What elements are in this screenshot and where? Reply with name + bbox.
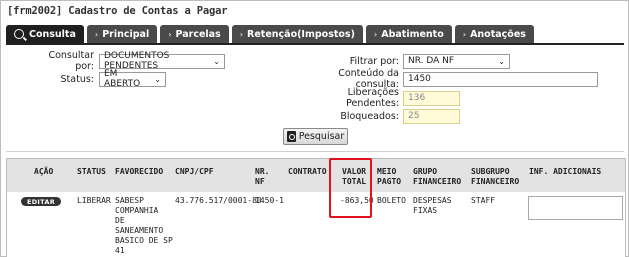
conteudo-value: 1450 bbox=[408, 74, 431, 84]
col-header-nr-nf: NR. NF bbox=[255, 167, 269, 187]
tab-bar: Consulta › Principal › Parcelas › Retenç… bbox=[6, 25, 534, 43]
chevron-right-icon: › bbox=[373, 29, 378, 39]
col-header-subgrupo: SUBGRUPO FINANCEIRO bbox=[471, 167, 519, 187]
results-table: AÇÃO STATUS FAVORECIDO CNPJ/CPF NR. NF CO… bbox=[6, 158, 626, 257]
bloqueados-label: Bloqueados: bbox=[340, 110, 399, 122]
liberacoes-field: 136 bbox=[403, 90, 460, 106]
tab-label: Retenção(Impostos) bbox=[247, 28, 355, 40]
cell-favorecido-line: DE bbox=[115, 216, 125, 225]
status-value: EM ABERTO bbox=[104, 69, 141, 89]
cell-status: LIBERAR bbox=[77, 196, 111, 205]
tab-label: Consulta bbox=[29, 28, 76, 40]
bloqueados-row: Bloqueados: 25 bbox=[301, 108, 460, 124]
cell-meio-pagto: BOLETO bbox=[377, 196, 406, 205]
col-header-grupo-1: GRUPO bbox=[413, 167, 438, 176]
conteudo-row: Conteúdo da consulta: 1450 bbox=[301, 68, 598, 90]
bloqueados-field: 25 bbox=[403, 108, 460, 124]
liberacoes-label: Liberações Pendentes: bbox=[346, 87, 399, 109]
col-header-valor-total: VALOR TOTAL bbox=[342, 167, 366, 187]
filtrar-por-row: Filtrar por: NR. DA NF ⌄ bbox=[301, 53, 510, 69]
chevron-right-icon: › bbox=[94, 29, 99, 39]
tab-retencao[interactable]: › Retenção(Impostos) bbox=[231, 25, 363, 43]
cell-favorecido-line: 41 bbox=[115, 246, 125, 255]
col-header-valor-1: VALOR bbox=[342, 167, 367, 176]
cell-nr-nf: 1450-1 bbox=[255, 196, 284, 205]
col-header-cnpj: CNPJ/CPF bbox=[175, 167, 214, 176]
liberacoes-value: 136 bbox=[408, 93, 426, 103]
search-button[interactable]: Pesquisar bbox=[283, 128, 348, 145]
col-header-info: INF. ADICIONAIS bbox=[529, 167, 602, 176]
filtrar-por-select[interactable]: NR. DA NF ⌄ bbox=[403, 53, 510, 69]
col-header-nr-nf-1: NR. bbox=[255, 167, 270, 176]
chevron-down-icon: ⌄ bbox=[213, 56, 220, 66]
chevron-right-icon: › bbox=[168, 29, 172, 39]
cell-grupo-line: DESPESAS bbox=[413, 196, 452, 205]
col-header-subgrupo-1: SUBGRUPO bbox=[471, 167, 510, 176]
cell-favorecido-line: BASICO DE SP bbox=[115, 236, 173, 245]
divider bbox=[6, 151, 624, 152]
filtrar-por-label: Filtrar por: bbox=[349, 55, 399, 67]
col-header-meio-1: MEIO bbox=[377, 167, 397, 176]
table-header: AÇÃO STATUS FAVORECIDO CNPJ/CPF NR. NF CO… bbox=[7, 159, 625, 192]
status-row: Status: EM ABERTO ⌄ bbox=[31, 69, 166, 89]
col-header-subgrupo-2: FINANCEIRO bbox=[471, 177, 520, 186]
col-header-favorecido: FAVORECIDO bbox=[115, 167, 164, 176]
col-header-grupo-2: FINANCEIRO bbox=[413, 177, 462, 186]
chevron-down-icon: ⌄ bbox=[498, 56, 505, 66]
tab-parcelas[interactable]: › Parcelas bbox=[160, 25, 229, 43]
conteudo-input[interactable]: 1450 bbox=[403, 71, 598, 87]
col-header-contrato: CONTRATO bbox=[288, 167, 327, 176]
liberacoes-row: Liberações Pendentes: 136 bbox=[301, 87, 460, 109]
cell-favorecido-line: SANEAMENTO bbox=[115, 226, 164, 235]
cell-valor-total: -863,50 bbox=[340, 196, 374, 205]
app-window: [frm2002] Cadastro de Contas a Pagar Con… bbox=[0, 0, 629, 257]
tab-abatimento[interactable]: › Abatimento bbox=[365, 25, 452, 43]
cell-cnpj: 43.776.517/0001-80 bbox=[175, 196, 262, 205]
col-header-meio-2: PAGTO bbox=[377, 177, 402, 186]
cell-favorecido-line: COMPANHIA bbox=[115, 206, 159, 215]
col-header-nr-nf-2: NF bbox=[255, 177, 265, 186]
search-button-label: Pesquisar bbox=[298, 131, 345, 142]
cell-subgrupo: STAFF bbox=[471, 196, 496, 205]
window-title: [frm2002] Cadastro de Contas a Pagar bbox=[7, 5, 228, 17]
cell-favorecido: SABESP COMPANHIA DE SANEAMENTO BASICO DE… bbox=[115, 196, 173, 256]
filtrar-por-value: NR. DA NF bbox=[408, 56, 455, 66]
document-search-icon bbox=[286, 131, 296, 142]
col-header-status: STATUS bbox=[77, 167, 106, 176]
search-icon bbox=[14, 29, 24, 39]
tab-label: Abatimento bbox=[381, 28, 444, 40]
consultar-por-value: DOCUMENTOS PENDENTES bbox=[104, 51, 170, 71]
edit-button[interactable]: EDITAR bbox=[21, 197, 61, 206]
cell-grupo-line: FIXAS bbox=[413, 206, 438, 215]
tab-label: Parcelas bbox=[175, 28, 221, 40]
tab-principal[interactable]: › Principal bbox=[86, 25, 158, 43]
col-header-valor-2: TOTAL bbox=[342, 177, 367, 186]
tab-consulta[interactable]: Consulta bbox=[6, 25, 84, 43]
chevron-right-icon: › bbox=[239, 29, 244, 39]
tab-anotacoes[interactable]: › Anotações bbox=[454, 25, 534, 43]
tab-divider bbox=[6, 43, 624, 45]
window-title-bar: [frm2002] Cadastro de Contas a Pagar bbox=[1, 1, 628, 21]
col-header-meio-pagto: MEIO PAGTO bbox=[377, 167, 401, 187]
chevron-down-icon: ⌄ bbox=[154, 74, 161, 84]
cell-grupo: DESPESAS FIXAS bbox=[413, 196, 452, 216]
info-adicionais-textarea[interactable] bbox=[528, 196, 623, 220]
tab-label: Anotações bbox=[470, 28, 526, 40]
chevron-right-icon: › bbox=[462, 29, 467, 39]
status-label: Status: bbox=[60, 73, 94, 85]
col-header-acao: AÇÃO bbox=[34, 167, 54, 176]
cell-favorecido-line: SABESP bbox=[115, 196, 144, 205]
tab-label: Principal bbox=[102, 28, 150, 40]
status-select[interactable]: EM ABERTO ⌄ bbox=[99, 69, 166, 89]
consultar-por-select[interactable]: DOCUMENTOS PENDENTES ⌄ bbox=[99, 51, 225, 71]
col-header-grupo: GRUPO FINANCEIRO bbox=[413, 167, 461, 187]
consultar-por-label: Consultar por: bbox=[48, 50, 94, 72]
bloqueados-value: 25 bbox=[408, 111, 420, 121]
consultar-por-row: Consultar por: DOCUMENTOS PENDENTES ⌄ bbox=[31, 50, 225, 72]
